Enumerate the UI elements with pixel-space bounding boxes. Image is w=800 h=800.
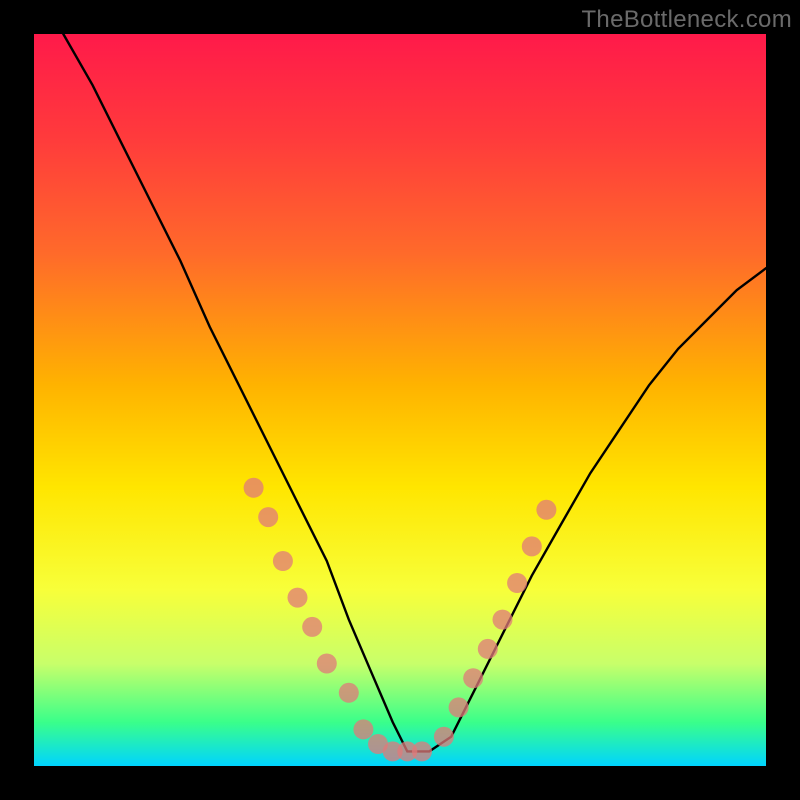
highlight-dot xyxy=(273,551,293,571)
highlight-dot xyxy=(493,610,513,630)
watermark-label: TheBottleneck.com xyxy=(581,6,792,34)
highlight-dot xyxy=(434,727,454,747)
bottleneck-curve-path xyxy=(63,34,766,751)
highlight-dot xyxy=(288,588,308,608)
chart-frame: TheBottleneck.com xyxy=(0,0,800,800)
highlight-markers xyxy=(244,478,557,762)
highlight-dot xyxy=(536,500,556,520)
highlight-dot xyxy=(478,639,498,659)
highlight-dot xyxy=(339,683,359,703)
curve-line xyxy=(63,34,766,751)
highlight-dot xyxy=(412,741,432,761)
highlight-dot xyxy=(258,507,278,527)
highlight-dot xyxy=(244,478,264,498)
highlight-dot xyxy=(507,573,527,593)
highlight-dot xyxy=(463,668,483,688)
highlight-dot xyxy=(317,654,337,674)
chart-overlay xyxy=(0,0,800,800)
highlight-dot xyxy=(449,697,469,717)
highlight-dot xyxy=(302,617,322,637)
highlight-dot xyxy=(353,719,373,739)
highlight-dot xyxy=(522,536,542,556)
